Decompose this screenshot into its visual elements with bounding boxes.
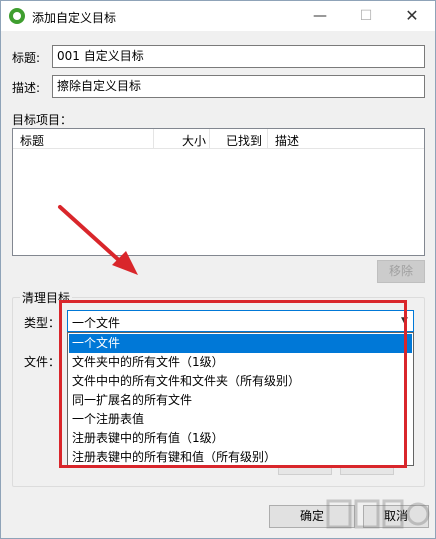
column-title[interactable]: 标题 (20, 132, 44, 149)
description-field[interactable]: 擦除自定义目标 (52, 75, 425, 98)
window-title: 添加自定义目标 (32, 11, 117, 25)
column-separator (209, 129, 210, 149)
column-size[interactable]: 大小 (182, 132, 206, 149)
file-label: 文件： (24, 355, 61, 369)
title-field[interactable]: 001 自定义目标 (52, 45, 425, 68)
maximize-button: ☐ (359, 8, 373, 24)
column-separator (153, 129, 154, 149)
app-logo-icon (9, 8, 25, 24)
description-label: 描述: (12, 81, 41, 95)
list-header: 标题 大小 已找到 描述 (13, 129, 424, 149)
annotation-highlight-box (59, 300, 407, 468)
watermark-logo (326, 499, 430, 529)
column-found[interactable]: 已找到 (226, 132, 262, 149)
red-arrow-icon (58, 205, 138, 275)
close-button[interactable]: ✕ (389, 1, 435, 31)
remove-button[interactable]: 移除 (377, 260, 425, 283)
title-label: 标题: (12, 51, 41, 65)
column-description[interactable]: 描述 (275, 132, 299, 149)
type-label: 类型： (24, 316, 61, 330)
column-separator (267, 129, 268, 149)
title-bar: 添加自定义目标 — ☐ ✕ (1, 1, 435, 31)
target-items-label: 目标项目： (12, 113, 73, 127)
minimize-button[interactable]: — (297, 1, 343, 31)
